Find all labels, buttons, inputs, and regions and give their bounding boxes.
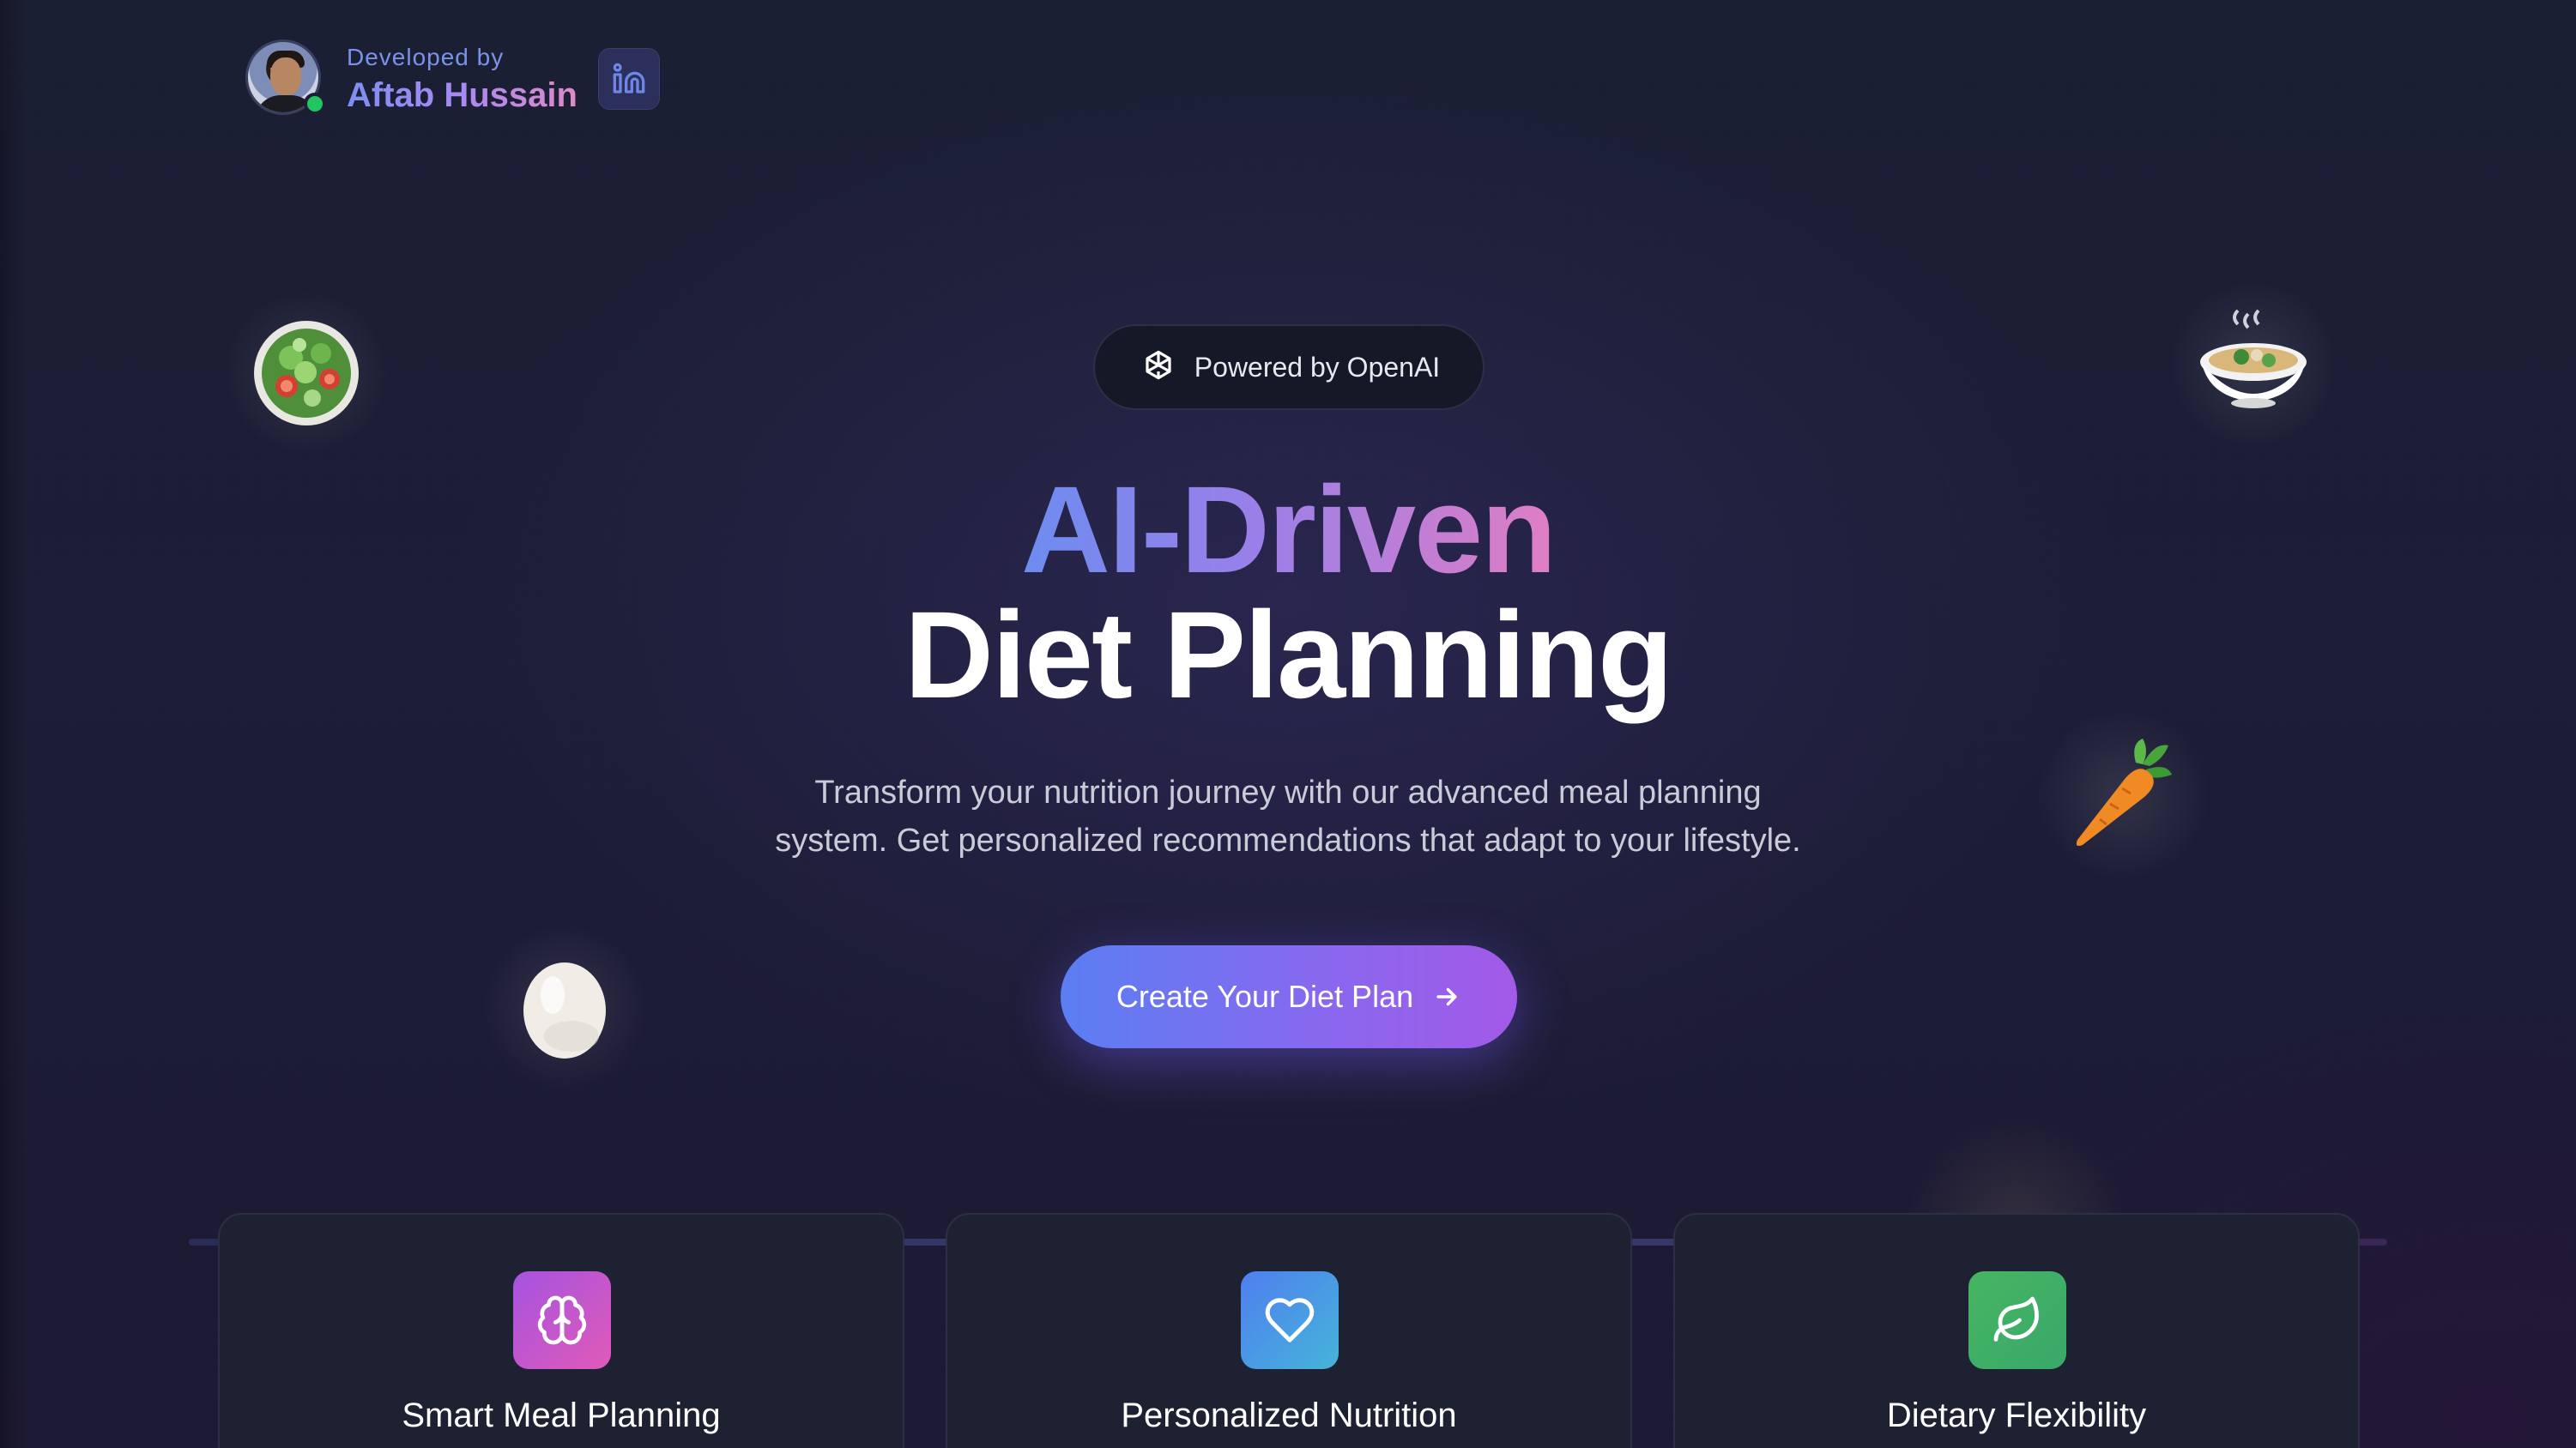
leaf-icon [1968,1271,2066,1369]
left-edge-shade [0,0,26,1448]
cta-label: Create Your Diet Plan [1116,979,1414,1014]
feature-card-smart-meal-planning[interactable]: Smart Meal Planning [218,1213,904,1448]
egg-icon [477,913,652,1101]
developer-credit: Developed by Aftab Hussain [245,38,660,120]
feature-card-personalized-nutrition[interactable]: Personalized Nutrition [946,1213,1632,1448]
linkedin-icon [613,63,645,94]
soup-bowl-icon [2159,275,2348,455]
brain-icon [513,1271,611,1369]
hero-subtitle: Transform your nutrition journey with ou… [775,775,1801,859]
powered-by-text: Powered by OpenAI [1194,351,1441,383]
linkedin-button[interactable] [597,48,660,110]
feature-title: Dietary Flexibility [1886,1397,2147,1434]
powered-by-badge: Powered by OpenAI [1093,324,1485,410]
hero-title-gradient: AI-Driven [1020,461,1557,599]
hero-title: Diet Planning [904,586,1673,724]
heart-icon [1241,1271,1339,1369]
arrow-right-icon [1432,982,1461,1011]
feature-title: Smart Meal Planning [402,1397,721,1434]
developer-avatar [245,39,326,118]
online-status-indicator [304,93,326,115]
developed-by-label: Developed by [347,43,505,70]
feature-title: Personalized Nutrition [1121,1397,1457,1434]
developer-name[interactable]: Aftab Hussain [347,76,577,115]
salad-icon [216,283,396,463]
carrot-icon [2029,700,2217,889]
create-diet-plan-button[interactable]: Create Your Diet Plan [1061,945,1517,1048]
feature-card-dietary-flexibility[interactable]: Dietary Flexibility [1673,1213,2360,1448]
openai-icon [1146,350,1171,380]
